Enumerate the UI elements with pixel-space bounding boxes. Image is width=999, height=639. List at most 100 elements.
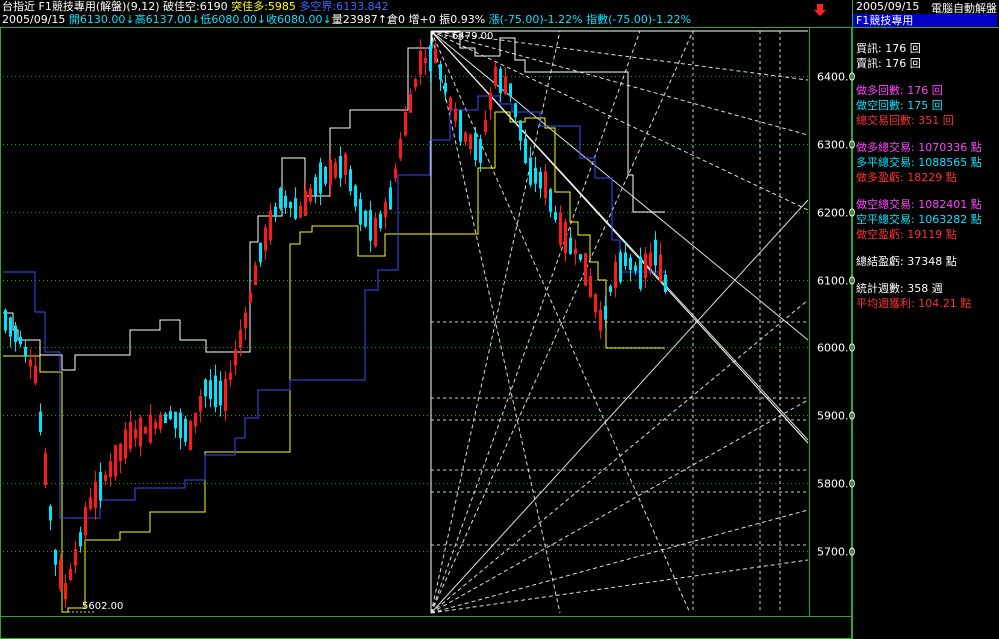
candle-body bbox=[204, 379, 207, 397]
side-panel: 2005/09/15 電腦自動解盤 F1競技專用 買訊: 176 回賣訊: 17… bbox=[852, 0, 999, 639]
gann-diagonal bbox=[430, 30, 809, 444]
side-stat-row: 多平總交易: 1088565 點 bbox=[856, 156, 982, 169]
candle-body bbox=[154, 421, 157, 429]
candle-body bbox=[119, 443, 122, 462]
candle-body bbox=[589, 276, 592, 297]
candle-body bbox=[639, 256, 642, 289]
y-tick-label: 5900.0 bbox=[817, 410, 856, 423]
candle-body bbox=[459, 110, 462, 142]
candle-body bbox=[234, 349, 237, 366]
candle-body bbox=[304, 190, 307, 216]
gann-fan-line-down bbox=[430, 30, 809, 211]
candle-body bbox=[389, 187, 392, 210]
gann-fan-line-up bbox=[430, 399, 809, 614]
candle-body bbox=[324, 166, 327, 184]
candle-body bbox=[329, 160, 332, 186]
side-stat-row: 做空回數: 175 回 bbox=[856, 99, 943, 112]
candle-body bbox=[484, 119, 487, 133]
side-stat-row: 做多盈虧: 18229 點 bbox=[856, 171, 957, 184]
candle-body bbox=[489, 92, 492, 110]
candle-body bbox=[164, 413, 167, 424]
candle-body bbox=[554, 212, 557, 220]
candle-body bbox=[574, 248, 577, 255]
candle-body bbox=[439, 64, 442, 80]
candle-body bbox=[109, 461, 112, 478]
y-tick-label: 5700.0 bbox=[817, 546, 856, 559]
candle-body bbox=[344, 153, 347, 176]
side-subtitle: F1競技專用 bbox=[853, 14, 997, 27]
candle-body bbox=[314, 177, 317, 196]
candle-body bbox=[529, 157, 532, 185]
side-stat-row: 總結盈虧: 37348 點 bbox=[856, 255, 957, 268]
candle-body bbox=[239, 330, 242, 348]
candle-body bbox=[49, 506, 52, 521]
candle-body bbox=[354, 185, 357, 207]
candle-body bbox=[474, 132, 477, 161]
candle-body bbox=[434, 49, 437, 63]
candlestick-chart: 6400.0 6300.0 6200.0 6100.0 6000.0 5900.0 5800… bbox=[0, 0, 999, 639]
candle-body bbox=[359, 199, 362, 225]
candle-body bbox=[454, 108, 457, 121]
gann-fan-line-down bbox=[430, 30, 809, 341]
candle-body bbox=[34, 365, 37, 384]
candle-body bbox=[44, 453, 47, 486]
candle-body bbox=[409, 94, 412, 113]
candle-body bbox=[169, 411, 172, 419]
candle-body bbox=[629, 257, 632, 270]
y-tick-label: 5800.0 bbox=[817, 478, 856, 491]
candle-body bbox=[384, 202, 387, 218]
candle-body bbox=[214, 375, 217, 408]
candle-body bbox=[594, 294, 597, 313]
candle-body bbox=[54, 549, 57, 565]
candle-body bbox=[74, 549, 77, 566]
candle-body bbox=[149, 414, 152, 443]
candle-body bbox=[334, 162, 337, 178]
candle-body bbox=[139, 417, 142, 447]
candle-body bbox=[659, 254, 662, 282]
candle-body bbox=[229, 372, 232, 380]
candle-body bbox=[339, 156, 342, 179]
candle-body bbox=[104, 474, 107, 481]
candle-body bbox=[209, 380, 212, 400]
gann-fan-line-down bbox=[430, 30, 809, 136]
candle-body bbox=[449, 97, 452, 110]
candle-body bbox=[224, 378, 227, 411]
candle-body bbox=[129, 421, 132, 449]
candle-body bbox=[264, 227, 267, 251]
candle-body bbox=[159, 414, 162, 430]
candle-body bbox=[274, 206, 277, 217]
candle-body bbox=[664, 274, 667, 292]
bull-bear-boundary-line bbox=[3, 95, 665, 519]
side-stat-row: 空平總交易: 1063282 點 bbox=[856, 213, 982, 226]
candle-body bbox=[24, 347, 27, 357]
candle-body bbox=[544, 171, 547, 199]
down-arrow-icon bbox=[814, 4, 826, 16]
candle-body bbox=[174, 411, 177, 429]
candle-body bbox=[429, 45, 432, 72]
candle-body bbox=[404, 112, 407, 136]
candle-body bbox=[464, 132, 467, 142]
candle-body bbox=[309, 188, 312, 202]
candle-body bbox=[19, 336, 22, 345]
candle-body bbox=[634, 265, 637, 272]
candle-body bbox=[549, 189, 552, 212]
side-stat-row: 統計週數: 358 週 bbox=[856, 282, 943, 295]
side-date: 2005/09/15 bbox=[856, 0, 920, 13]
y-tick-label: 6100.0 bbox=[817, 275, 856, 288]
candle-body bbox=[604, 305, 607, 320]
candle-body bbox=[379, 213, 382, 229]
candle-body bbox=[299, 206, 302, 218]
gann-fan-line-up bbox=[430, 299, 809, 614]
candle-body bbox=[179, 412, 182, 438]
candle-body bbox=[29, 359, 32, 367]
side-stat-row: 賣訊: 176 回 bbox=[856, 57, 921, 70]
candle-body bbox=[199, 395, 202, 412]
candle-body bbox=[249, 292, 252, 303]
candle-body bbox=[194, 412, 197, 427]
candle-body bbox=[539, 171, 542, 189]
candle-body bbox=[609, 286, 612, 292]
candle-body bbox=[114, 445, 117, 477]
candle-body bbox=[254, 265, 257, 285]
candle-body bbox=[124, 429, 127, 459]
side-stat-row: 買訊: 176 回 bbox=[856, 42, 921, 55]
